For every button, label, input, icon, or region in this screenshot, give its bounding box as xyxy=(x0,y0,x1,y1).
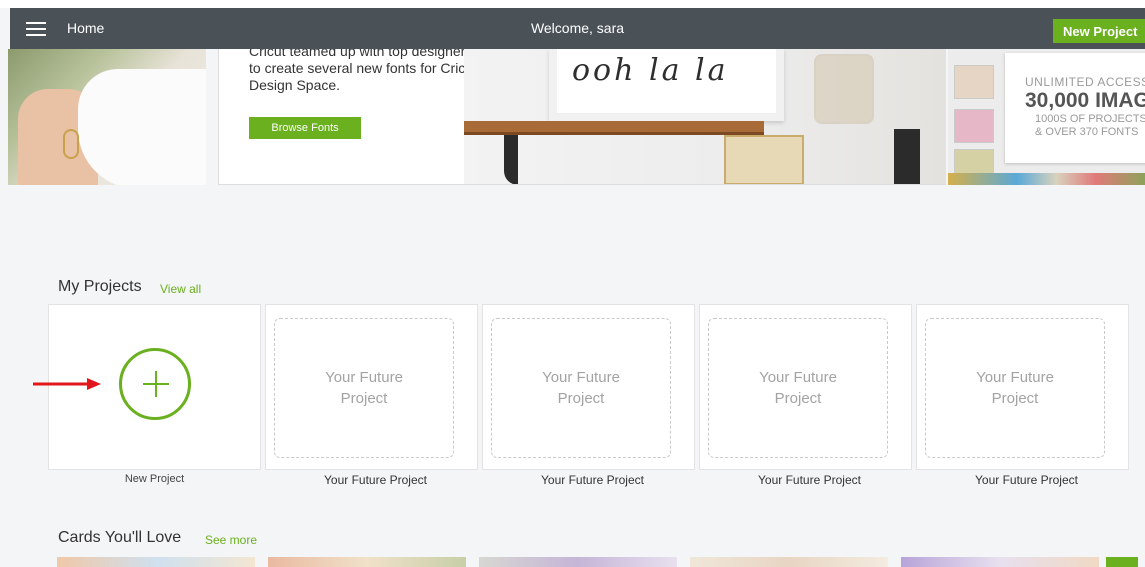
card-thumbnail[interactable] xyxy=(690,557,888,567)
promo-line-2: 30,000 IMAGES xyxy=(1025,89,1145,112)
future-project-caption-4: Your Future Project xyxy=(975,473,1078,487)
my-projects-title: My Projects xyxy=(58,278,142,295)
future-project-card-3[interactable]: Your Future Project xyxy=(699,304,912,470)
font-promo-text: Cricut teamed up with top designers to c… xyxy=(249,49,477,93)
plus-circle-icon[interactable] xyxy=(119,348,191,420)
future-project-card-1[interactable]: Your Future Project xyxy=(265,304,478,470)
see-more-link[interactable]: See more xyxy=(205,533,257,547)
card-thumbnail[interactable] xyxy=(268,557,466,567)
future-project-placeholder: Your Future Project xyxy=(976,369,1054,407)
card-thumbnail[interactable] xyxy=(57,557,255,567)
promo-line-4: & OVER 370 FONTS xyxy=(1035,126,1139,138)
red-arrow-annotation-icon xyxy=(33,378,101,390)
promo-banner: Cricut teamed up with top designers to c… xyxy=(0,49,1145,185)
card-thumbnail[interactable] xyxy=(901,557,1099,567)
nav-home-link[interactable]: Home xyxy=(67,20,104,36)
future-project-caption-1: Your Future Project xyxy=(324,473,427,487)
promo-line-1: UNLIMITED ACCESS xyxy=(1025,75,1145,89)
new-project-button[interactable]: New Project xyxy=(1053,19,1145,43)
banner-photo-hand xyxy=(8,49,206,185)
future-project-card-2[interactable]: Your Future Project xyxy=(482,304,695,470)
carousel-next-button[interactable] xyxy=(1106,557,1138,567)
future-project-placeholder: Your Future Project xyxy=(325,369,403,407)
future-project-caption-3: Your Future Project xyxy=(758,473,861,487)
browse-fonts-button[interactable]: Browse Fonts xyxy=(249,117,361,139)
card-thumbnail[interactable] xyxy=(479,557,677,567)
shelf-photo: ooh la la xyxy=(464,49,946,184)
sign-text: ooh la la xyxy=(572,53,729,88)
hamburger-menu-icon[interactable] xyxy=(26,22,46,36)
font-promo-card: Cricut teamed up with top designers to c… xyxy=(218,49,946,185)
promo-line-3: 1000S OF PROJECTS xyxy=(1035,113,1145,125)
promo-text-box: UNLIMITED ACCESS 30,000 IMAGES 1000S OF … xyxy=(1005,53,1145,163)
future-project-card-4[interactable]: Your Future Project xyxy=(916,304,1129,470)
future-project-placeholder: Your Future Project xyxy=(542,369,620,407)
cards-section-title: Cards You'll Love xyxy=(58,529,182,546)
sign-frame: ooh la la xyxy=(549,49,784,121)
welcome-message: Welcome, sara xyxy=(530,20,625,36)
top-nav-bar: Home Welcome, sara New Project xyxy=(10,8,1145,49)
view-all-link[interactable]: View all xyxy=(160,282,201,296)
new-project-caption: New Project xyxy=(124,473,185,485)
image-library-promo[interactable]: UNLIMITED ACCESS 30,000 IMAGES 1000S OF … xyxy=(948,49,1145,185)
future-project-placeholder: Your Future Project xyxy=(759,369,837,407)
future-project-caption-2: Your Future Project xyxy=(541,473,644,487)
top-strip xyxy=(0,0,1145,8)
